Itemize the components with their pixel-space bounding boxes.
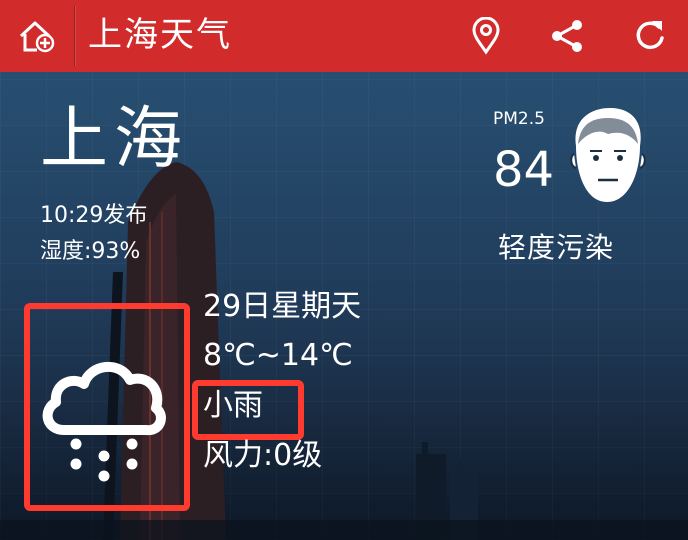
city-name: 上海 (40, 100, 189, 179)
location-button[interactable] (460, 10, 512, 62)
add-city-button[interactable] (0, 0, 74, 72)
pm25-label: PM2.5 (493, 109, 545, 129)
refresh-button[interactable] (624, 10, 676, 62)
condition-highlight (192, 380, 304, 440)
share-button[interactable] (541, 10, 593, 62)
app-title: 上海天气 (88, 15, 232, 55)
face-neutral-icon (570, 108, 646, 202)
publish-time: 10:29发布 (40, 203, 148, 228)
app-toolbar: 上海天气 (0, 0, 688, 72)
temperature-range: 8℃~14℃ (203, 338, 353, 373)
humidity: 湿度:93% (40, 239, 141, 264)
toolbar-divider (74, 6, 75, 66)
home-add-icon (19, 21, 55, 53)
wind-level: 风力:0级 (203, 438, 323, 473)
weather-icon-highlight (24, 303, 190, 511)
share-icon (552, 20, 582, 52)
refresh-icon (636, 21, 664, 50)
pm25-value: 84 (493, 142, 555, 198)
pollution-level: 轻度污染 (498, 231, 615, 264)
location-pin-icon (472, 17, 500, 55)
forecast-date: 29日星期天 (203, 289, 362, 324)
